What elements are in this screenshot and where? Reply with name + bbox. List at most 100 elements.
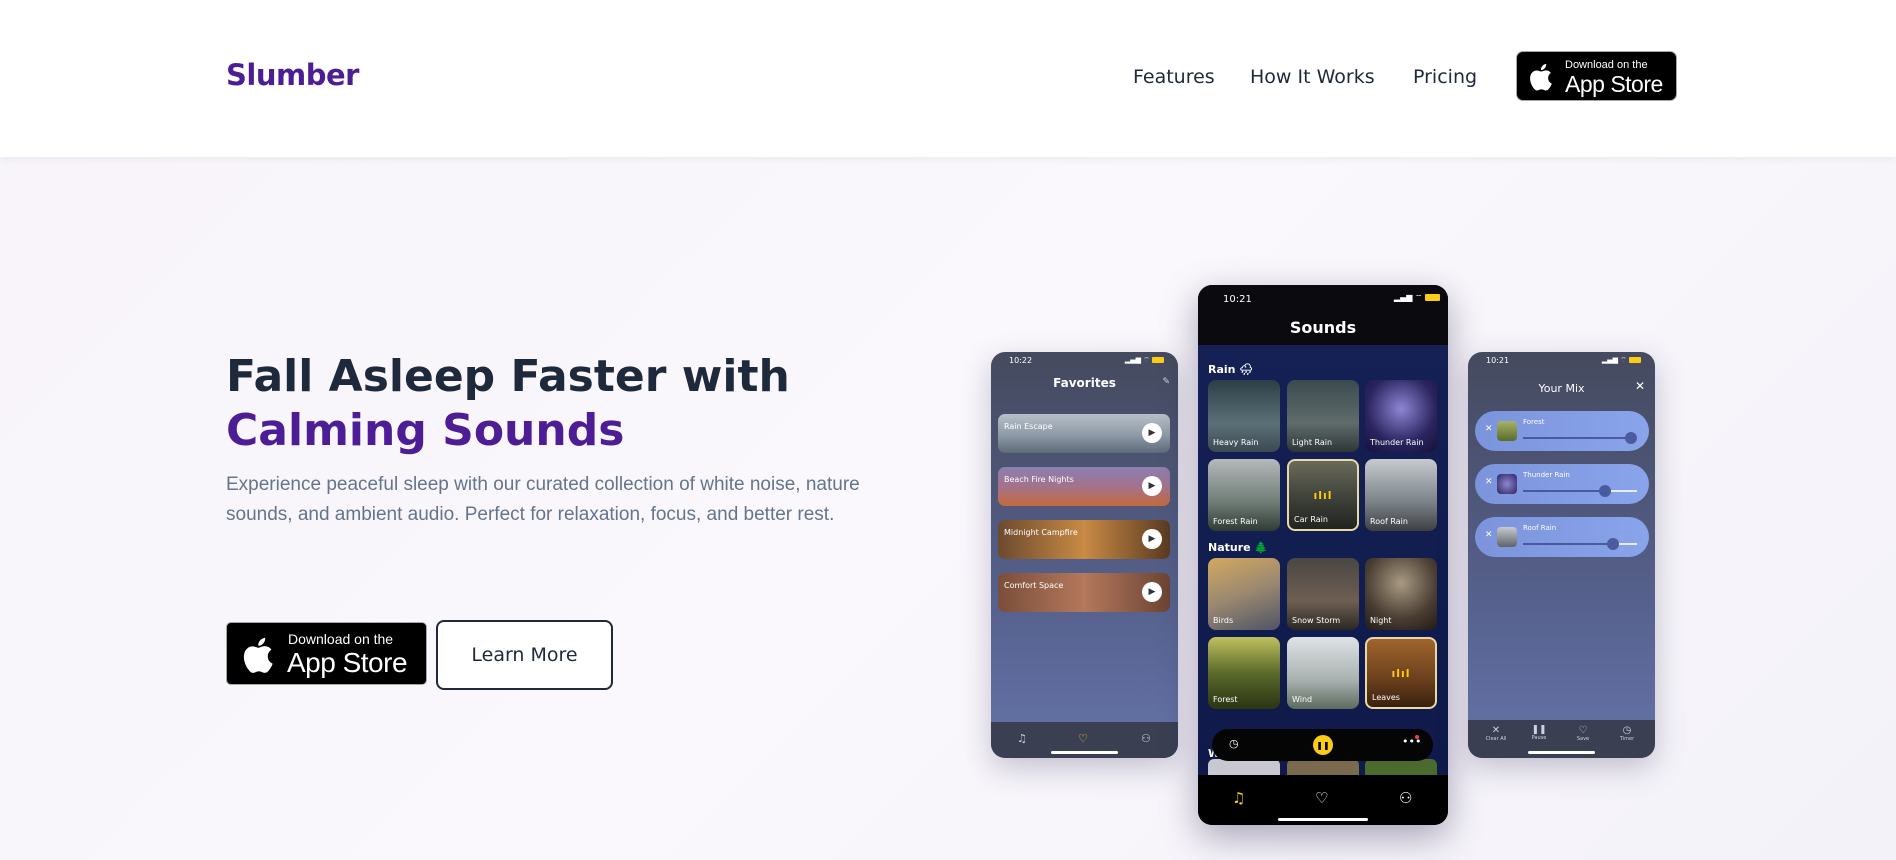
- status-bar: 10:22 ▂▄▆ ⌔: [991, 352, 1178, 368]
- sound-tile[interactable]: Thunder Rain: [1365, 380, 1437, 452]
- status-bar: 10:21 ▂▄▆ ⌔: [1468, 352, 1655, 368]
- volume-slider[interactable]: [1523, 538, 1637, 550]
- apple-icon: [1527, 62, 1553, 96]
- sound-tile[interactable]: Birds: [1208, 558, 1280, 630]
- timer-button[interactable]: ◷ Timer: [1615, 725, 1639, 742]
- equalizer-icon: ılıl: [1391, 667, 1411, 680]
- sound-tile[interactable]: Forest Rain: [1208, 459, 1280, 531]
- phone-favorites-screen: 10:22 ▂▄▆ ⌔ Favorites ✎ Rain Escape ▶ Be…: [991, 352, 1178, 758]
- mix-thumbnail: [1497, 421, 1517, 441]
- favorite-label: Midnight Campfire: [1004, 528, 1078, 537]
- sound-tile[interactable]: Heavy Rain: [1208, 380, 1280, 452]
- favorite-card[interactable]: Comfort Space ▶: [998, 573, 1170, 612]
- mix-label: Thunder Rain: [1523, 471, 1570, 479]
- volume-knob[interactable]: [1625, 432, 1638, 444]
- sound-tile-partial[interactable]: [1365, 759, 1437, 775]
- nav-pricing-link[interactable]: Pricing: [1413, 66, 1477, 88]
- volume-fill: [1523, 437, 1632, 439]
- mix-item: ✕ Forest: [1475, 411, 1649, 451]
- favorite-label: Beach Fire Nights: [1004, 475, 1074, 484]
- user-icon[interactable]: ⚇: [1399, 789, 1412, 807]
- tile-label: Thunder Rain: [1370, 438, 1424, 447]
- remove-icon[interactable]: ✕: [1485, 530, 1493, 540]
- volume-fill: [1523, 543, 1614, 545]
- status-icons: ▂▄▆ ⌔: [1602, 356, 1641, 365]
- status-time: 10:22: [1009, 356, 1033, 365]
- tile-label: Night: [1370, 616, 1392, 625]
- status-icons: ▂▄▆ ⌔: [1125, 356, 1164, 365]
- tile-label: Leaves: [1372, 693, 1400, 702]
- phone-sounds-screen: 10:21 ▂▄▆ ⌔ Sounds Rain 🌧 Heavy Rain Lig…: [1198, 285, 1448, 825]
- brand-logo[interactable]: Slumber: [226, 58, 359, 92]
- hero-title: Fall Asleep Faster with Calming Sounds: [226, 350, 946, 458]
- sounds-list: Rain 🌧 Heavy Rain Light Rain Thunder Rai…: [1198, 345, 1448, 775]
- play-icon[interactable]: ▶: [1142, 423, 1162, 443]
- favorite-label: Rain Escape: [1004, 422, 1053, 431]
- remove-icon[interactable]: ✕: [1485, 424, 1493, 434]
- nav-features-link[interactable]: Features: [1133, 66, 1215, 88]
- tile-label: Light Rain: [1292, 438, 1333, 447]
- sound-tile-active[interactable]: ılıl Leaves: [1365, 637, 1437, 709]
- sound-tile[interactable]: Forest: [1208, 637, 1280, 709]
- badge-big-text: App Store: [287, 647, 408, 678]
- badge-small-text: Download on the: [1565, 59, 1648, 71]
- site-header: Slumber Features How It Works Pricing Do…: [0, 0, 1896, 157]
- apple-icon: [240, 635, 274, 679]
- pause-icon[interactable]: ❚❚: [1313, 735, 1333, 755]
- mix-thumbnail: [1497, 527, 1517, 547]
- phone-mix-screen: 10:21 ▂▄▆ ⌔ Your Mix ✕ ✕ Forest ✕ Thunde…: [1468, 352, 1655, 758]
- sound-tile[interactable]: Roof Rain: [1365, 459, 1437, 531]
- favorite-card[interactable]: Midnight Campfire ▶: [998, 520, 1170, 559]
- tile-label: Forest Rain: [1213, 517, 1258, 526]
- user-icon[interactable]: ⚇: [1141, 732, 1151, 745]
- heart-icon: ♡: [1578, 725, 1588, 736]
- volume-knob[interactable]: [1607, 538, 1620, 550]
- sound-tile[interactable]: Wind: [1287, 637, 1359, 709]
- play-icon[interactable]: ▶: [1142, 582, 1162, 602]
- sound-tile-active[interactable]: ılıl Car Rain: [1287, 459, 1359, 531]
- play-icon[interactable]: ▶: [1142, 529, 1162, 549]
- sound-tile-partial[interactable]: [1208, 759, 1280, 775]
- save-button[interactable]: ♡ Save: [1571, 725, 1595, 742]
- tile-label: Wind: [1292, 695, 1313, 704]
- status-icons: ▂▄▆ ⌔: [1394, 293, 1440, 303]
- nav-how-it-works-link[interactable]: How It Works: [1250, 66, 1375, 88]
- edit-icon[interactable]: ✎: [1162, 377, 1170, 387]
- home-indicator: [1528, 751, 1595, 754]
- play-icon[interactable]: ▶: [1142, 476, 1162, 496]
- tile-label: Forest: [1213, 695, 1238, 704]
- sound-tile[interactable]: Light Rain: [1287, 380, 1359, 452]
- sounds-header: 10:21 ▂▄▆ ⌔ Sounds: [1198, 285, 1448, 345]
- home-indicator: [1051, 751, 1118, 754]
- section-nature-label: Nature 🌲: [1208, 541, 1269, 554]
- music-note-icon[interactable]: ♫: [1232, 789, 1245, 807]
- sound-tile[interactable]: Night: [1365, 558, 1437, 630]
- remove-icon[interactable]: ✕: [1485, 477, 1493, 487]
- pause-icon: ❚❚: [1531, 725, 1547, 735]
- favorite-card[interactable]: Rain Escape ▶: [998, 414, 1170, 453]
- heart-icon[interactable]: ♡: [1315, 789, 1328, 807]
- hero-title-main: Fall Asleep Faster with: [226, 351, 790, 402]
- music-note-icon[interactable]: ♫: [1017, 732, 1027, 745]
- sound-tile-partial[interactable]: [1287, 759, 1359, 775]
- clear-all-button[interactable]: ✕ Clear All: [1484, 725, 1508, 742]
- close-icon[interactable]: ✕: [1635, 379, 1645, 393]
- toolbar-label: Save: [1576, 736, 1590, 742]
- volume-slider[interactable]: [1523, 432, 1638, 444]
- pause-button[interactable]: ❚❚ Pause: [1527, 725, 1551, 741]
- tile-label: Car Rain: [1294, 515, 1328, 524]
- volume-knob[interactable]: [1599, 485, 1612, 497]
- heart-icon[interactable]: ♡: [1078, 732, 1088, 745]
- mix-label: Roof Rain: [1523, 524, 1557, 532]
- notification-dot: [1415, 735, 1419, 739]
- learn-more-button[interactable]: Learn More: [436, 620, 613, 690]
- volume-slider[interactable]: [1523, 485, 1637, 497]
- hero-app-store-button[interactable]: Download on the App Store: [226, 622, 427, 685]
- sound-tile[interactable]: Snow Storm: [1287, 558, 1359, 630]
- status-time: 10:21: [1486, 356, 1510, 365]
- favorite-card[interactable]: Beach Fire Nights ▶: [998, 467, 1170, 506]
- clock-icon[interactable]: ◷: [1229, 737, 1239, 750]
- favorite-label: Comfort Space: [1004, 581, 1064, 590]
- mini-player: ◷ ❚❚ •••: [1212, 729, 1433, 761]
- header-app-store-button[interactable]: Download on the App Store: [1516, 51, 1677, 101]
